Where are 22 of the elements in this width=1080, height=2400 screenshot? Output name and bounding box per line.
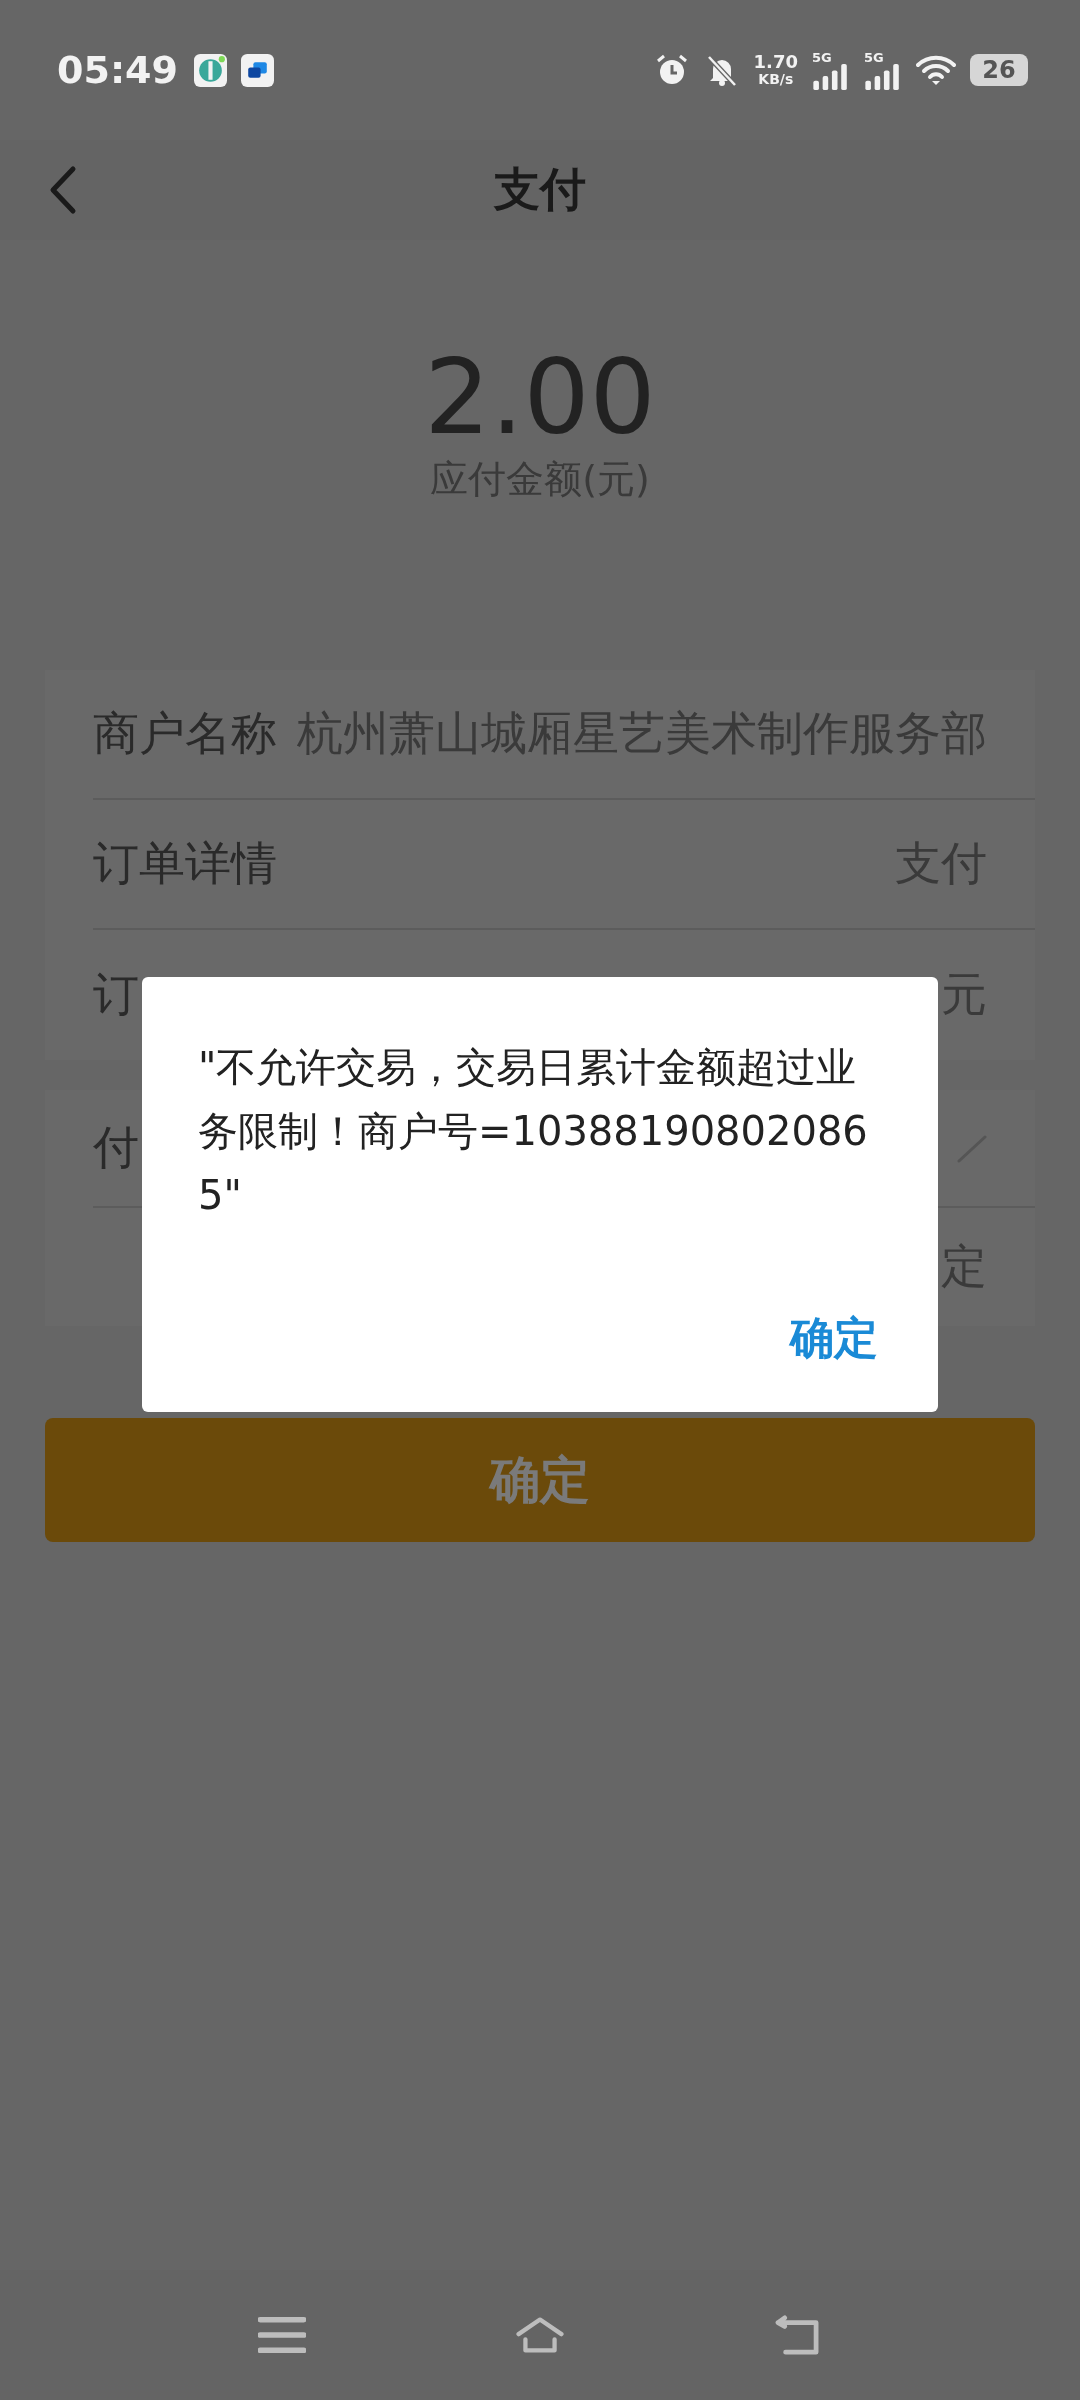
ok-button[interactable]: 确定 (786, 1305, 882, 1372)
clock-time: 05:49 (57, 48, 178, 92)
signal-icon (812, 63, 850, 90)
field-label: 付 (93, 1119, 139, 1176)
wifi-icon (916, 54, 956, 86)
signal-icon (864, 63, 902, 90)
back-icon[interactable] (48, 165, 78, 215)
field-label: 订单详情 (93, 835, 277, 892)
app-notification-icon (193, 53, 227, 87)
menu-icon[interactable] (258, 2315, 306, 2355)
network-speed: 1.70 KB/s (753, 53, 798, 87)
network-type: 5G (812, 50, 832, 64)
home-icon[interactable] (516, 2315, 564, 2355)
page-title: 支付 (494, 161, 586, 218)
chat-notification-icon (240, 53, 274, 87)
battery-level: 26 (970, 54, 1028, 86)
field-label: 订 (93, 966, 139, 1023)
field-label: 商户名称 (93, 705, 277, 762)
confirm-button[interactable]: 确定 (45, 1418, 1035, 1542)
amount-value: 2.00 (424, 340, 656, 455)
dialog-message: "不允许交易，交易日累计金额超过业务限制！商户号=103881908020865" (198, 1043, 869, 1220)
network-type: 5G (864, 50, 884, 64)
